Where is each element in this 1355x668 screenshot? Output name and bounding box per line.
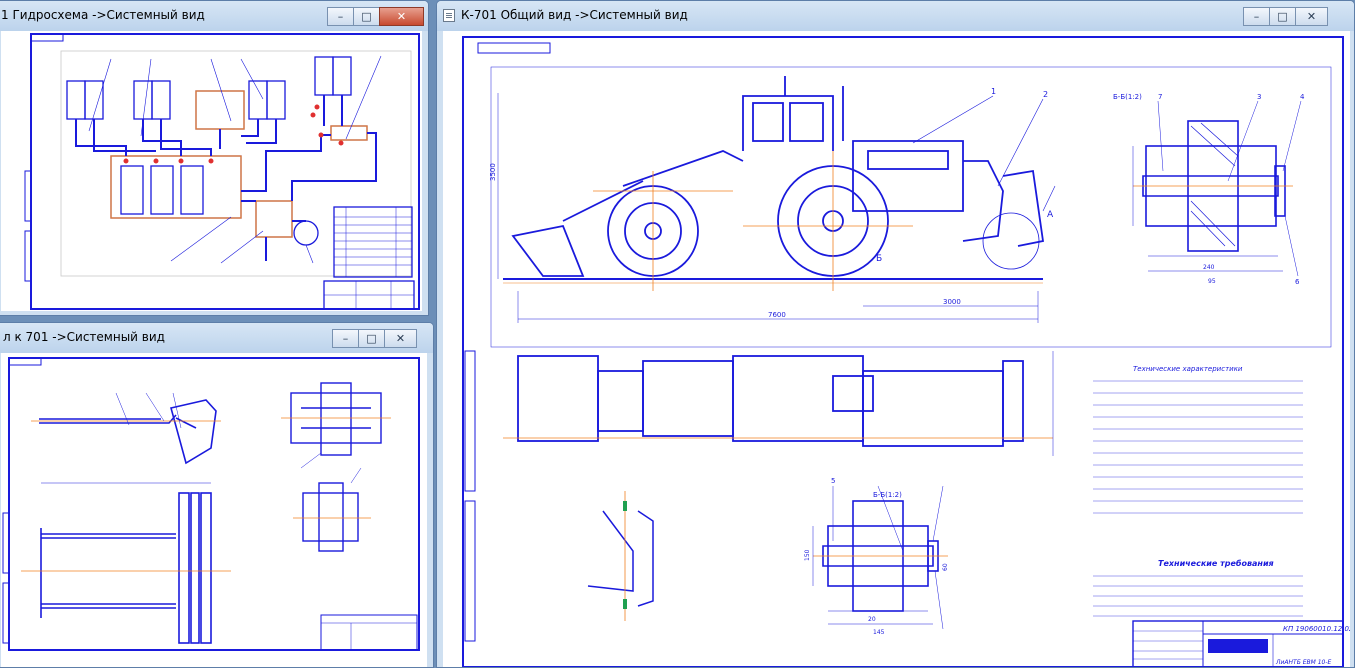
title-bar[interactable]: К-701 Общий вид ->Системный вид – □ ✕ xyxy=(437,1,1354,31)
window-controls: – □ ✕ xyxy=(1243,7,1328,26)
window-controls: – □ ✕ xyxy=(332,329,417,348)
dim-right: 3000 xyxy=(943,298,961,306)
dim-pin5: 20 xyxy=(868,616,876,623)
maximize-button[interactable]: □ xyxy=(353,7,380,26)
leader-7: 7 xyxy=(1158,93,1162,101)
leader-4: 4 xyxy=(1300,93,1305,101)
window-controls: – □ ✕ xyxy=(327,7,424,26)
blade-drawing xyxy=(2,357,420,651)
dim-pin4: 60 xyxy=(942,563,949,571)
close-button[interactable]: ✕ xyxy=(384,329,417,348)
minimize-button[interactable]: – xyxy=(332,329,359,348)
close-button[interactable]: ✕ xyxy=(379,7,424,26)
drawing-canvas-general[interactable]: 1 2 А Б 7600 3000 3500 Б-Б(1:2) 7 3 4 6 … xyxy=(443,31,1350,667)
window-hydro-scheme[interactable]: 1 Гидросхема ->Системный вид – □ ✕ xyxy=(0,0,429,316)
callout-a: А xyxy=(1047,210,1054,220)
leader-2: 2 xyxy=(1043,90,1048,99)
stamp-sub: ЛиАНТБ ЕВМ 10-Е xyxy=(1275,659,1332,666)
tech-title: Технические характеристики xyxy=(1133,365,1243,373)
window-title: 1 Гидросхема ->Системный вид xyxy=(1,8,205,22)
window-blade-view[interactable]: л к 701 ->Системный вид – □ ✕ xyxy=(0,322,434,668)
hydro-drawing xyxy=(24,33,420,310)
title-bar[interactable]: л к 701 ->Системный вид – □ ✕ xyxy=(0,323,433,353)
stamp-title: КП 19060010.12.02 ВО xyxy=(1283,625,1350,633)
dim-height: 3500 xyxy=(489,163,497,181)
title-bar[interactable]: 1 Гидросхема ->Системный вид – □ ✕ xyxy=(0,1,428,31)
window-general-view[interactable]: К-701 Общий вид ->Системный вид – □ ✕ 1 … xyxy=(436,0,1355,668)
dim-pin1: 240 xyxy=(1203,264,1215,271)
drawing-canvas-blade[interactable] xyxy=(1,353,427,667)
drawing-canvas-hydro[interactable] xyxy=(1,31,422,311)
leader-5: 5 xyxy=(831,477,835,485)
minimize-button[interactable]: – xyxy=(327,7,354,26)
leader-3: 3 xyxy=(1257,93,1261,101)
view-b-label: Б-Б(1:2) xyxy=(1113,93,1142,101)
dim-pin3: 150 xyxy=(804,549,811,561)
window-title: л к 701 ->Системный вид xyxy=(3,330,165,344)
dim-total: 7600 xyxy=(768,311,786,319)
view-b2-label: Б-Б(1:2) xyxy=(873,491,902,499)
general-drawing: 1 2 А Б 7600 3000 3500 Б-Б(1:2) 7 3 4 6 … xyxy=(462,36,1350,667)
minimize-button[interactable]: – xyxy=(1243,7,1270,26)
dim-pin2: 95 xyxy=(1208,278,1216,285)
maximize-button[interactable]: □ xyxy=(358,329,385,348)
document-icon xyxy=(443,9,455,22)
tech-req-title: Технические требования xyxy=(1158,558,1274,568)
dim-pin6: 145 xyxy=(873,629,885,636)
close-button[interactable]: ✕ xyxy=(1295,7,1328,26)
leader-1: 1 xyxy=(991,87,996,96)
window-title: К-701 Общий вид ->Системный вид xyxy=(461,8,688,22)
callout-b: Б xyxy=(876,254,882,264)
leader-6: 6 xyxy=(1295,278,1300,286)
maximize-button[interactable]: □ xyxy=(1269,7,1296,26)
